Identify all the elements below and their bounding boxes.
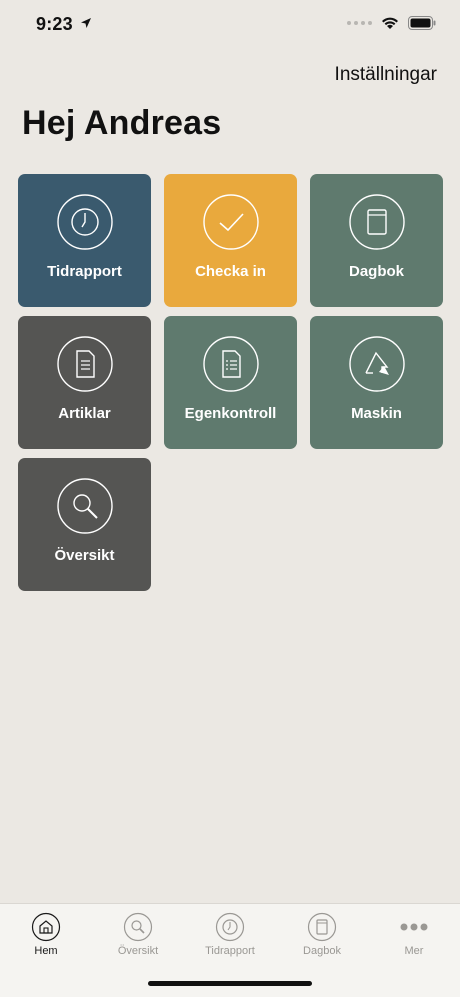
wifi-icon [382, 17, 398, 29]
cellular-signal-icon [347, 21, 372, 25]
book-icon [348, 194, 405, 250]
tile-label: Artiklar [58, 405, 111, 422]
home-icon [31, 912, 61, 942]
status-bar: 9:23 [0, 0, 460, 50]
magnifier-icon [123, 912, 153, 942]
tab-dagbok[interactable]: Dagbok [276, 912, 368, 968]
tab-mer[interactable]: Mer [368, 912, 460, 968]
tile-checka-in[interactable]: Checka in [164, 174, 297, 307]
settings-link[interactable]: Inställningar [335, 64, 437, 86]
menu-grid: Tidrapport Checka in Dagbok Artiklar Ege… [18, 174, 443, 591]
tab-tidrapport[interactable]: Tidrapport [184, 912, 276, 968]
tile-label: Checka in [195, 263, 266, 280]
tile-dagbok[interactable]: Dagbok [310, 174, 443, 307]
document-icon [56, 336, 113, 392]
tile-tidrapport[interactable]: Tidrapport [18, 174, 151, 307]
tile-label: Översikt [54, 547, 115, 564]
tile-label: Maskin [351, 405, 402, 422]
tile-label: Tidrapport [47, 263, 122, 280]
tab-label: Tidrapport [205, 945, 255, 957]
clock-icon [56, 194, 113, 250]
battery-icon [408, 16, 436, 30]
more-dots-icon [400, 923, 428, 931]
book-icon [307, 912, 337, 942]
tab-oversikt[interactable]: Översikt [92, 912, 184, 968]
checkmark-icon [202, 194, 259, 250]
tile-label: Egenkontroll [184, 405, 277, 422]
checklist-document-icon [202, 336, 259, 392]
tab-label: Översikt [117, 945, 159, 957]
tile-artiklar[interactable]: Artiklar [18, 316, 151, 449]
tab-label: Dagbok [303, 945, 341, 957]
tab-label: Hem [34, 945, 58, 957]
tile-egenkontroll[interactable]: Egenkontroll [164, 316, 297, 449]
status-time: 9:23 [36, 14, 73, 34]
clock-icon [215, 912, 245, 942]
machine-icon [348, 336, 405, 392]
page-title: Hej Andreas [22, 104, 222, 142]
tab-label: Mer [404, 945, 424, 957]
tile-label: Dagbok [348, 263, 404, 280]
home-indicator [148, 981, 312, 986]
magnifier-icon [56, 478, 113, 534]
tile-oversikt[interactable]: Översikt [18, 458, 151, 591]
tab-hem[interactable]: Hem [0, 912, 92, 968]
location-arrow-icon [81, 18, 91, 28]
tile-maskin[interactable]: Maskin [310, 316, 443, 449]
